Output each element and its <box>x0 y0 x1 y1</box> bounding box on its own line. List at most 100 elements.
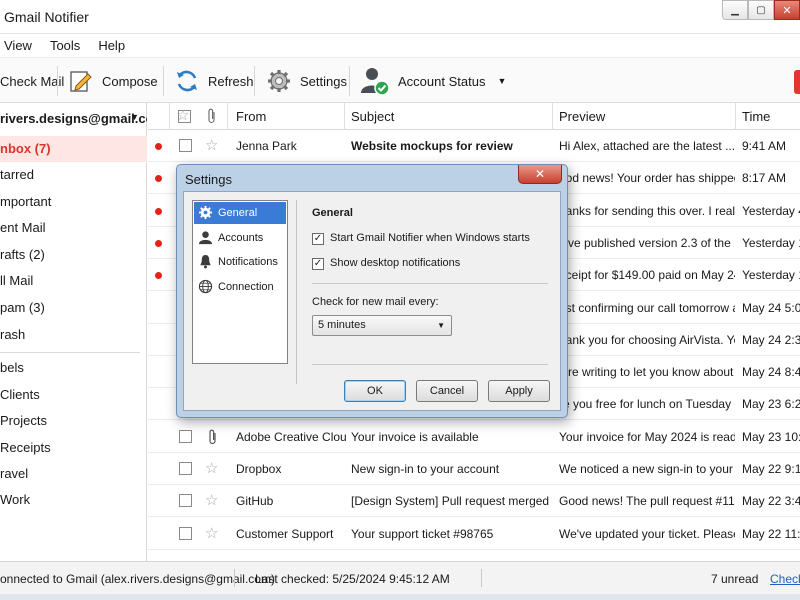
toolbar-divider <box>349 66 350 96</box>
nav-connection[interactable]: Connection <box>194 276 286 298</box>
label-projects[interactable]: Projects <box>0 408 147 434</box>
table-row[interactable]: ☆ GitHub [Design System] Pull request merg… <box>148 485 800 518</box>
row-time: 8:17 AM <box>742 171 787 186</box>
dialog-body: General Accounts Notifications Connectio… <box>183 191 561 411</box>
close-icon: ✕ <box>782 4 792 17</box>
close-window-button[interactable]: ✕ <box>774 0 800 20</box>
row-preview: e're writing to let you know about ... <box>559 365 735 380</box>
row-checkbox[interactable] <box>179 462 192 475</box>
startup-option[interactable]: ✓ Start Gmail Notifier when Windows star… <box>312 232 530 248</box>
row-checkbox[interactable] <box>179 494 192 508</box>
minimize-button[interactable]: ▁ <box>722 0 748 20</box>
check-mail-button[interactable]: Check Mail <box>0 58 64 104</box>
notification-badge[interactable] <box>794 70 800 94</box>
ok-button[interactable]: OK <box>344 380 406 402</box>
unread-indicator <box>155 272 162 280</box>
preview-column-header[interactable]: Preview <box>553 103 736 130</box>
folder-important[interactable]: mportant <box>0 189 147 215</box>
row-subject: Your invoice is available <box>351 429 479 444</box>
label-receipts[interactable]: Receipts <box>0 435 147 461</box>
apply-button[interactable]: Apply <box>488 380 550 402</box>
settings-nav: General Accounts Notifications Connectio… <box>192 200 288 364</box>
table-row[interactable]: ☆ Customer Support Your support ticket #98… <box>148 518 800 550</box>
row-time: May 23 6:21 <box>742 397 800 412</box>
row-preview: re you free for lunch on Tuesday or ... <box>559 397 735 412</box>
nav-general-label: General <box>218 207 258 219</box>
row-from: Dropbox <box>236 462 282 476</box>
interval-value: 5 minutes <box>318 319 366 331</box>
from-column-header[interactable]: From <box>228 103 345 130</box>
account-status-label: Account Status <box>398 73 486 89</box>
nav-accounts[interactable]: Accounts <box>194 227 286 249</box>
sidebar: rivers.designs@gmail.com ▼ nbox (7) tarr… <box>0 103 147 561</box>
refresh-label: Refresh <box>208 73 254 89</box>
window-controls: ▁ ▢ ✕ <box>722 0 800 24</box>
nav-notifications-label: Notifications <box>218 256 278 268</box>
menu-help[interactable]: Help <box>94 38 135 53</box>
row-time: May 24 2:35 <box>742 332 800 347</box>
account-selector[interactable]: rivers.designs@gmail.com ▼ <box>0 103 147 131</box>
nav-notifications[interactable]: Notifications <box>194 251 286 273</box>
folder-all-mail[interactable]: ll Mail <box>0 268 147 294</box>
row-checkbox[interactable] <box>179 139 192 152</box>
unread-count: 7 unread <box>711 572 759 586</box>
row-checkbox[interactable] <box>179 429 192 443</box>
row-from: Jenna Park <box>236 139 297 153</box>
menu-view[interactable]: View <box>0 38 42 53</box>
row-preview: We noticed a new sign-in to your ... <box>559 462 735 476</box>
row-preview: eceipt for $149.00 paid on May 24, ... <box>559 268 735 283</box>
star-icon[interactable]: ☆ <box>205 459 218 477</box>
unread-indicator <box>155 239 162 247</box>
account-status-button[interactable]: Account Status ▼ <box>360 58 506 104</box>
star-icon[interactable]: ☆ <box>205 136 218 154</box>
menu-bar: View Tools Help <box>0 34 800 57</box>
nav-general[interactable]: General <box>194 202 286 224</box>
sidebar-divider <box>0 352 140 353</box>
table-row[interactable]: ☆ Jenna Park Website mockups for review Hi … <box>148 130 800 162</box>
time-column-header[interactable]: Time <box>736 103 800 130</box>
label-travel[interactable]: ravel <box>0 461 147 487</box>
interval-select[interactable]: 5 minutes ▼ <box>312 315 452 336</box>
startup-checkbox[interactable]: ✓ <box>312 233 324 245</box>
row-preview: hanks for sending this over. I really ..… <box>559 203 735 218</box>
folder-sent-mail[interactable]: ent Mail <box>0 215 147 241</box>
menu-tools[interactable]: Tools <box>46 38 90 53</box>
row-time: May 24 8:44 <box>742 365 800 380</box>
folder-inbox[interactable]: nbox (7) <box>0 136 147 162</box>
table-row[interactable]: ☆ Dropbox New sign-in to your account We no… <box>148 453 800 485</box>
folder-starred[interactable]: tarred <box>0 162 147 188</box>
interval-label: Check for new mail every: <box>312 296 439 308</box>
star-icon[interactable]: ☆ <box>205 491 218 509</box>
refresh-button[interactable]: Refresh <box>174 58 254 104</box>
folder-trash[interactable]: rash <box>0 322 147 348</box>
globe-icon <box>198 279 213 294</box>
dialog-close-button[interactable]: ✕ <box>518 165 562 184</box>
cancel-button[interactable]: Cancel <box>416 380 478 402</box>
table-row[interactable]: Adobe Creative Cloud Your invoice is avai… <box>148 421 800 453</box>
row-preview: Hi Alex, attached are the latest ... <box>559 139 735 153</box>
subject-column-header[interactable]: Subject <box>345 103 553 130</box>
check-link[interactable]: Check <box>770 572 800 586</box>
chevron-down-icon: ▼ <box>130 112 139 122</box>
folder-drafts[interactable]: rafts (2) <box>0 242 147 268</box>
row-preview: hank you for choosing AirVista. Your ... <box>559 332 735 347</box>
row-time: May 22 3:49 <box>742 494 800 509</box>
notifications-checkbox[interactable]: ✓ <box>312 258 324 270</box>
folder-spam[interactable]: pam (3) <box>0 295 147 321</box>
maximize-button[interactable]: ▢ <box>748 0 774 20</box>
label-work[interactable]: Work <box>0 487 147 513</box>
notifications-option[interactable]: ✓ Show desktop notifications <box>312 257 460 273</box>
row-time: Yesterday 4:3 <box>742 203 800 218</box>
minimize-icon: ▁ <box>731 4 739 16</box>
row-time: May 22 9:1 <box>742 462 800 476</box>
compose-button[interactable]: Compose <box>68 58 158 104</box>
settings-button[interactable]: Settings <box>266 58 347 104</box>
row-checkbox[interactable] <box>179 526 192 540</box>
unread-indicator <box>155 143 162 150</box>
notifications-option-label: Show desktop notifications <box>330 257 461 269</box>
settings-dialog: Settings ✕ General Accounts Notification… <box>176 164 568 418</box>
row-from: Customer Support <box>236 526 334 541</box>
label-clients[interactable]: Clients <box>0 382 147 408</box>
dialog-title: Settings <box>185 172 232 187</box>
star-icon[interactable]: ☆ <box>205 524 218 542</box>
